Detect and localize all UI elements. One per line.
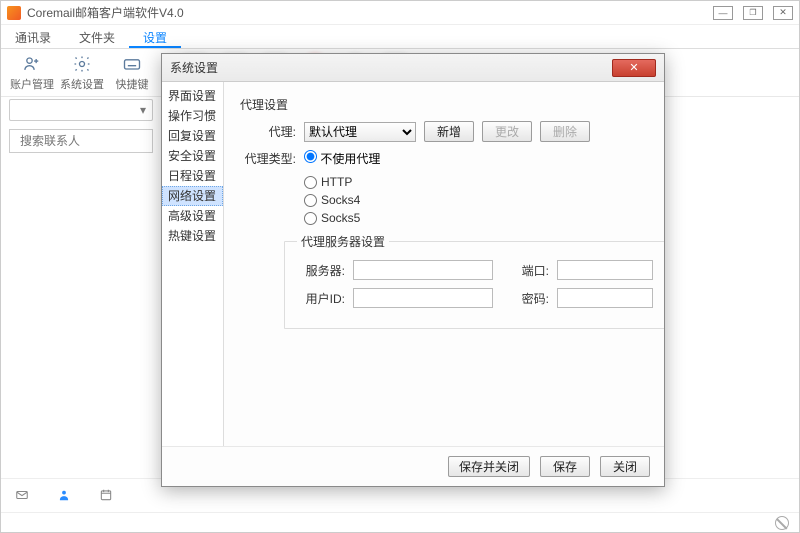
nav-item-reply[interactable]: 回复设置 [162,126,223,146]
keyboard-icon [122,54,142,74]
app-title: Coremail邮箱客户端软件V4.0 [27,4,713,21]
toolbar-system-settings-button[interactable]: 系统设置 [59,52,105,94]
left-dropdown[interactable] [9,99,153,121]
mail-icon[interactable] [13,488,31,502]
calendar-icon[interactable] [97,488,115,502]
proxy-section-title: 代理设置 [240,96,648,113]
userid-label: 用户ID: [297,290,345,307]
window-close-button[interactable] [773,6,793,20]
window-minimize-button[interactable] [713,6,733,20]
toolbar-shortcut-label: 快捷键 [116,76,149,92]
save-button[interactable]: 保存 [540,456,590,477]
nav-item-ui[interactable]: 界面设置 [162,86,223,106]
window-maximize-button[interactable] [743,6,763,20]
nav-item-hotkey[interactable]: 热键设置 [162,226,223,246]
save-and-close-button[interactable]: 保存并关闭 [448,456,530,477]
proxy-server-group: 代理服务器设置 服务器: 端口: 用户ID: 密码: [284,233,664,329]
close-button[interactable]: 关闭 [600,456,650,477]
status-bar [1,512,799,532]
main-tabs: 通讯录 文件夹 设置 [1,25,799,49]
tab-contacts[interactable]: 通讯录 [1,25,65,48]
proxy-type-label: 代理类型: [240,150,296,167]
proxy-modify-button[interactable]: 更改 [482,121,532,142]
search-contacts-field[interactable] [9,129,153,153]
tab-settings[interactable]: 设置 [129,25,181,48]
proxy-type-socks5[interactable]: Socks5 [304,211,648,225]
dialog-close-button[interactable]: ✕ [612,59,656,77]
nav-item-security[interactable]: 安全设置 [162,146,223,166]
dialog-title: 系统设置 [170,59,612,76]
proxy-select[interactable]: 默认代理 [304,122,416,142]
gear-icon [72,54,92,74]
proxy-type-socks4[interactable]: Socks4 [304,193,648,207]
password-input[interactable] [557,288,653,308]
contact-icon[interactable] [55,488,73,502]
blocked-icon[interactable] [775,516,789,530]
nav-item-habit[interactable]: 操作习惯 [162,106,223,126]
proxy-label: 代理: [240,123,296,140]
proxy-type-http[interactable]: HTTP [304,175,648,189]
nav-item-network[interactable]: 网络设置 [162,186,223,206]
server-input[interactable] [353,260,493,280]
toolbar-shortcut-button[interactable]: 快捷键 [109,52,155,94]
password-label: 密码: [501,290,549,307]
proxy-delete-button[interactable]: 删除 [540,121,590,142]
app-icon [7,6,21,20]
toolbar-system-settings-label: 系统设置 [60,76,104,92]
toolbar-account-button[interactable]: 账户管理 [9,52,55,94]
proxy-server-legend: 代理服务器设置 [297,233,389,250]
nav-item-schedule[interactable]: 日程设置 [162,166,223,186]
proxy-type-none[interactable]: 不使用代理 [304,150,380,167]
port-input[interactable] [557,260,653,280]
search-input[interactable] [20,134,175,148]
dialog-nav: 界面设置 操作习惯 回复设置 安全设置 日程设置 网络设置 高级设置 热键设置 [162,82,224,446]
toolbar-account-label: 账户管理 [10,76,54,92]
port-label: 端口: [501,262,549,279]
user-plus-icon [22,54,42,74]
server-label: 服务器: [297,262,345,279]
nav-item-advanced[interactable]: 高级设置 [162,206,223,226]
userid-input[interactable] [353,288,493,308]
system-settings-dialog: 系统设置 ✕ 界面设置 操作习惯 回复设置 安全设置 日程设置 网络设置 高级设… [161,53,665,487]
tab-folders[interactable]: 文件夹 [65,25,129,48]
proxy-add-button[interactable]: 新增 [424,121,474,142]
